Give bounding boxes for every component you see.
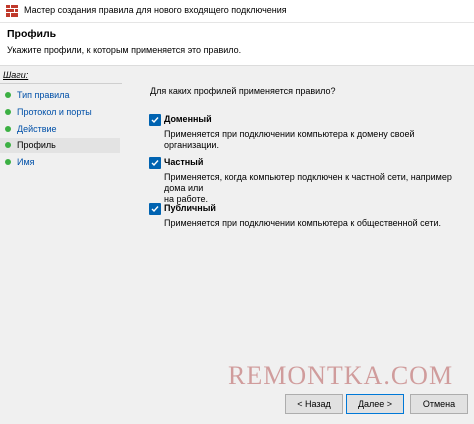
private-label[interactable]: Частный bbox=[164, 157, 203, 167]
next-button[interactable]: Далее > bbox=[346, 394, 404, 414]
steps-divider bbox=[0, 83, 122, 84]
profile-question: Для каких профилей применяется правило? bbox=[150, 86, 336, 96]
steps-label: Шаги: bbox=[3, 70, 29, 80]
step-status-icon bbox=[5, 92, 11, 98]
private-checkbox[interactable] bbox=[149, 157, 161, 169]
checkmark-icon bbox=[151, 206, 159, 213]
step-protocol-ports[interactable]: Протокол и порты bbox=[0, 105, 120, 120]
step-profile[interactable]: Профиль bbox=[0, 138, 120, 153]
public-description-line: Применяется при подключении компьютера к… bbox=[164, 218, 441, 228]
private-description-line: Применяется, когда компьютер подключен к… bbox=[164, 172, 452, 193]
step-status-icon bbox=[5, 109, 11, 115]
domain-description-line: Применяется при подключении компьютера к… bbox=[164, 129, 415, 150]
step-label: Тип правила bbox=[17, 90, 70, 100]
step-label: Профиль bbox=[17, 140, 56, 150]
wizard-header: Профиль Укажите профили, к которым приме… bbox=[0, 23, 474, 66]
public-label[interactable]: Публичный bbox=[164, 203, 216, 213]
back-button[interactable]: < Назад bbox=[285, 394, 343, 414]
page-title: Профиль bbox=[7, 28, 57, 40]
domain-description: Применяется при подключении компьютера к… bbox=[164, 129, 454, 151]
public-description: Применяется при подключении компьютера к… bbox=[164, 218, 454, 229]
step-status-icon bbox=[5, 126, 11, 132]
cancel-button[interactable]: Отмена bbox=[410, 394, 468, 414]
domain-checkbox[interactable] bbox=[149, 114, 161, 126]
step-label: Действие bbox=[17, 124, 57, 134]
step-label: Имя bbox=[17, 157, 35, 167]
public-checkbox[interactable] bbox=[149, 203, 161, 215]
domain-label[interactable]: Доменный bbox=[164, 114, 212, 124]
page-subtitle: Укажите профили, к которым применяется э… bbox=[7, 45, 242, 55]
step-rule-type[interactable]: Тип правила bbox=[0, 88, 120, 103]
step-status-icon bbox=[5, 159, 11, 165]
watermark: REMONTKA.COM bbox=[228, 361, 454, 390]
private-description: Применяется, когда компьютер подключен к… bbox=[164, 172, 454, 205]
checkmark-icon bbox=[151, 117, 159, 124]
step-label: Протокол и порты bbox=[17, 107, 92, 117]
step-action[interactable]: Действие bbox=[0, 122, 120, 137]
step-name[interactable]: Имя bbox=[0, 155, 120, 170]
firewall-app-icon bbox=[6, 5, 18, 17]
checkmark-icon bbox=[151, 160, 159, 167]
window-title: Мастер создания правила для нового входя… bbox=[24, 5, 287, 15]
step-status-icon bbox=[5, 142, 11, 148]
steps-sidebar: Шаги: Тип правила Протокол и порты Дейст… bbox=[0, 66, 122, 424]
title-bar: Мастер создания правила для нового входя… bbox=[0, 0, 474, 23]
